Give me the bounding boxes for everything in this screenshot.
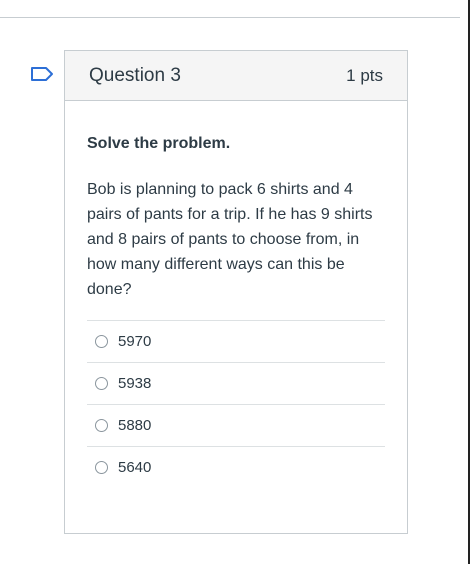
radio-button[interactable]	[95, 335, 108, 348]
answer-option-1[interactable]: 5970	[87, 321, 385, 363]
answer-list: 5970 5938 5880 5640	[87, 320, 385, 488]
answer-label: 5938	[118, 375, 152, 392]
answer-label: 5880	[118, 417, 152, 434]
window-edge	[468, 0, 470, 564]
radio-button[interactable]	[95, 461, 108, 474]
answer-label: 5640	[118, 459, 152, 476]
top-divider	[0, 17, 460, 18]
question-instruction: Solve the problem.	[87, 135, 231, 152]
question-header: Question 3 1 pts	[65, 51, 407, 101]
question-points: 1 pts	[346, 65, 383, 85]
question-card: Question 3 1 pts Solve the problem. Bob …	[64, 50, 408, 534]
answer-label: 5970	[118, 333, 152, 350]
question-body: Solve the problem. Bob is planning to pa…	[65, 101, 407, 488]
answer-option-3[interactable]: 5880	[87, 405, 385, 447]
radio-button[interactable]	[95, 419, 108, 432]
flag-question-icon[interactable]	[30, 66, 54, 82]
question-text: Bob is planning to pack 6 shirts and 4 p…	[87, 181, 373, 298]
question-title: Question 3	[89, 64, 181, 86]
radio-button[interactable]	[95, 377, 108, 390]
answer-option-2[interactable]: 5938	[87, 363, 385, 405]
answer-option-4[interactable]: 5640	[87, 447, 385, 488]
